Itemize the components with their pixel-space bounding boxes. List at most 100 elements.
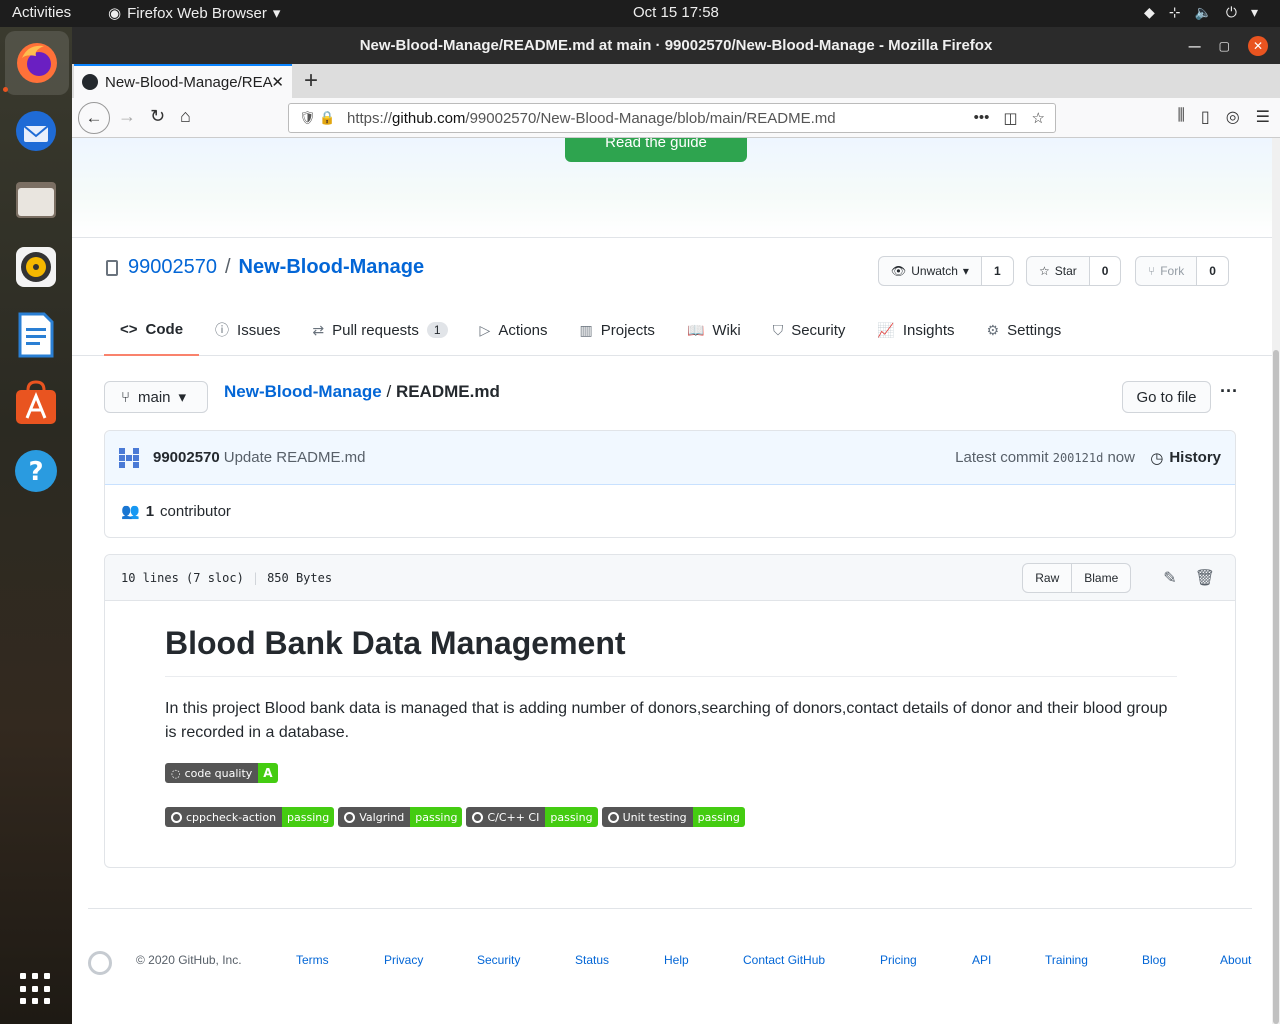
power-icon[interactable]: ⏻ <box>1226 4 1237 21</box>
tab-pull-requests[interactable]: ⇄ Pull requests 1 <box>296 304 463 356</box>
ci-badge-cppcheck[interactable]: cppcheck-action passing <box>165 807 335 827</box>
minimize-icon[interactable]: — <box>1189 39 1201 53</box>
chevron-down-icon: ▾ <box>962 264 969 278</box>
unwatch-button[interactable]: 👁 Unwatch ▾ <box>879 257 982 285</box>
blame-button[interactable]: Blame <box>1071 564 1130 592</box>
url-bar[interactable]: 🛡 🔒 https://github.com/99002570/New-Bloo… <box>288 103 1056 133</box>
tab-security[interactable]: ⛉ Security <box>757 304 862 356</box>
close-tab-icon[interactable]: ✕ <box>271 73 284 91</box>
clock[interactable]: Oct 15 17:58 <box>633 4 719 21</box>
breadcrumb-repo-link[interactable]: New-Blood-Manage <box>224 382 382 401</box>
chevron-down-icon[interactable]: ▾ <box>1251 4 1258 21</box>
ci-badge-valgrind[interactable]: Valgrind passing <box>338 807 463 827</box>
sidebar-icon[interactable]: ▯ <box>1201 107 1210 127</box>
teams-icon[interactable]: ◆ <box>1144 4 1155 21</box>
page-actions-icon[interactable]: ••• <box>974 109 990 127</box>
ci-badge-unit-testing[interactable]: Unit testing passing <box>601 807 745 827</box>
footer-link-privacy[interactable]: Privacy <box>384 953 423 967</box>
thunderbird-launcher[interactable] <box>10 105 62 157</box>
bookmark-star-icon[interactable]: ☆ <box>1032 109 1045 127</box>
show-applications-icon[interactable] <box>20 973 52 1005</box>
watch-count[interactable]: 1 <box>981 257 1013 285</box>
fork-count[interactable]: 0 <box>1197 257 1228 285</box>
files-launcher[interactable] <box>10 173 62 225</box>
tab-settings[interactable]: ⚙ Settings <box>971 304 1078 356</box>
firefox-launcher[interactable] <box>5 31 69 95</box>
maximize-icon[interactable]: ▢ <box>1219 39 1230 53</box>
contributors-row[interactable]: 👥 1 contributor <box>105 485 1235 537</box>
commit-author[interactable]: 99002570 <box>153 449 220 466</box>
url-text[interactable]: https://github.com/99002570/New-Blood-Ma… <box>347 110 836 127</box>
branch-select-button[interactable]: ⑂ main ▾ <box>104 381 208 413</box>
read-guide-button[interactable]: Read the guide <box>565 138 747 162</box>
reload-icon[interactable]: ↻ <box>150 106 165 127</box>
site-footer: © 2020 GitHub, Inc. Terms Privacy Securi… <box>88 908 1252 1018</box>
running-indicator <box>3 87 8 92</box>
watch-button-group: 👁 Unwatch ▾ 1 <box>878 256 1014 286</box>
scrollbar-thumb[interactable] <box>1273 350 1279 1024</box>
svg-text:?: ? <box>28 457 43 487</box>
site-security-icon[interactable]: 🛡 🔒 <box>289 110 347 126</box>
system-tray[interactable]: ◆ ⊹ 🔈 ⏻ ▾ <box>1144 4 1258 21</box>
repo-nav: <> Code ⓘ Issues ⇄ Pull requests 1 ▷ Actions … <box>104 304 1077 356</box>
hamburger-menu-icon[interactable]: ☰ <box>1256 107 1270 127</box>
forward-arrow-icon[interactable]: → <box>118 106 136 127</box>
music-icon <box>16 247 56 287</box>
avatar[interactable] <box>119 447 139 468</box>
footer-link-contact[interactable]: Contact GitHub <box>743 953 825 967</box>
window-titlebar[interactable]: New-Blood-Manage/README.md at main · 990… <box>72 27 1280 64</box>
footer-link-help[interactable]: Help <box>664 953 689 967</box>
book-icon: 📖 <box>686 321 705 338</box>
more-options-icon[interactable]: ··· <box>1220 381 1238 402</box>
star-count[interactable]: 0 <box>1089 257 1121 285</box>
commit-sha[interactable]: 200121d <box>1053 451 1104 465</box>
footer-link-training[interactable]: Training <box>1045 953 1088 967</box>
help-launcher[interactable]: ? <box>10 445 62 497</box>
tab-projects[interactable]: ▥ Projects <box>564 304 671 356</box>
activities-button[interactable]: Activities <box>12 4 71 21</box>
back-arrow-icon[interactable]: ← <box>78 102 110 134</box>
page-scrollbar[interactable] <box>1272 138 1280 1024</box>
pencil-icon[interactable]: ✎ <box>1163 568 1176 588</box>
tab-issues[interactable]: ⓘ Issues <box>199 304 296 356</box>
footer-link-terms[interactable]: Terms <box>296 953 329 967</box>
new-tab-icon[interactable]: + <box>304 67 318 95</box>
tab-wiki[interactable]: 📖 Wiki <box>671 304 757 356</box>
footer-link-about[interactable]: About <box>1220 953 1251 967</box>
writer-launcher[interactable] <box>10 309 62 361</box>
volume-icon[interactable]: 🔈 <box>1194 4 1211 21</box>
trash-icon[interactable]: 🗑 <box>1195 568 1215 588</box>
footer-link-blog[interactable]: Blog <box>1142 953 1166 967</box>
code-quality-badge[interactable]: ◌ code quality A <box>165 763 278 783</box>
chevron-down-icon: ▾ <box>272 5 281 22</box>
software-launcher[interactable] <box>10 377 62 429</box>
file-navigation: ⑂ main ▾ New-Blood-Manage / README.md Go… <box>104 381 1238 417</box>
star-button[interactable]: ☆ Star <box>1027 257 1090 285</box>
history-link[interactable]: ◷ History <box>1150 449 1221 467</box>
raw-button[interactable]: Raw <box>1023 564 1071 592</box>
footer-link-pricing[interactable]: Pricing <box>880 953 917 967</box>
contributors-count: 1 <box>145 502 155 520</box>
footer-link-security[interactable]: Security <box>477 953 520 967</box>
commit-message[interactable]: Update README.md <box>224 449 366 466</box>
network-icon[interactable]: ⊹ <box>1169 4 1181 21</box>
tab-insights[interactable]: 📈 Insights <box>861 304 970 356</box>
repo-name-link[interactable]: New-Blood-Manage <box>239 256 425 279</box>
tab-actions[interactable]: ▷ Actions <box>464 304 564 356</box>
repo-owner-link[interactable]: 99002570 <box>128 256 217 279</box>
home-icon[interactable]: ⌂ <box>180 106 191 127</box>
app-menu[interactable]: ◉ Firefox Web Browser ▾ <box>108 4 281 23</box>
rhythmbox-launcher[interactable] <box>10 241 62 293</box>
footer-link-status[interactable]: Status <box>575 953 609 967</box>
fork-button[interactable]: ⑂ Fork <box>1136 257 1198 285</box>
tab-code[interactable]: <> Code <box>104 304 200 356</box>
ci-badge-c-cpp-ci[interactable]: C/C++ CI passing <box>466 807 598 827</box>
pocket-icon[interactable]: ◫ <box>1003 109 1017 127</box>
browser-tab[interactable]: New-Blood-Manage/REA ✕ <box>74 64 292 98</box>
github-logo-icon[interactable] <box>88 951 112 975</box>
close-window-icon[interactable]: ✕ <box>1248 36 1268 56</box>
library-icon[interactable]: ⫼ <box>1178 107 1185 127</box>
account-icon[interactable]: ◎ <box>1226 107 1240 127</box>
footer-link-api[interactable]: API <box>972 953 991 967</box>
go-to-file-button[interactable]: Go to file <box>1122 381 1211 413</box>
